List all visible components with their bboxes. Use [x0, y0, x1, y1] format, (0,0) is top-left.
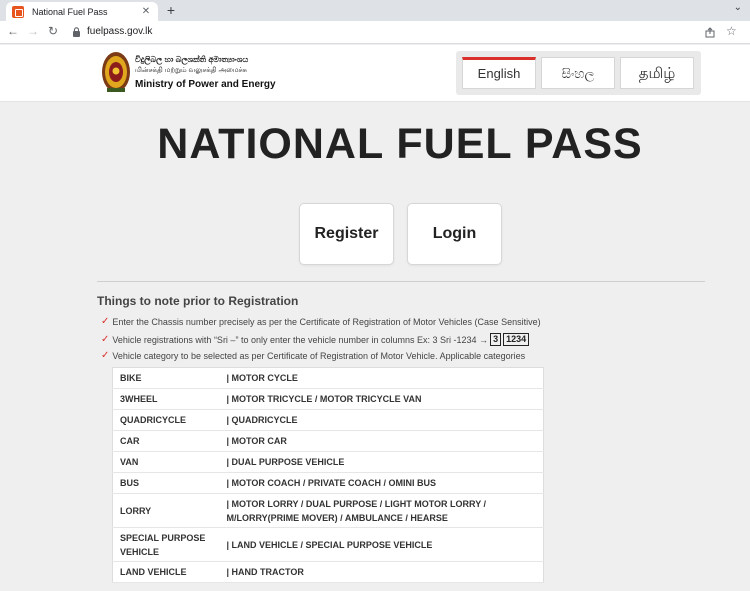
table-row: VAN | DUAL PURPOSE VEHICLE: [112, 451, 544, 473]
category-name: LORRY: [112, 493, 223, 528]
new-tab-button[interactable]: +: [164, 2, 178, 18]
ministry-name-block: විදුලිබල හා බලශක්ති අමාත්‍යාංශය மின்சக்த…: [135, 54, 276, 91]
forward-icon[interactable]: →: [26, 24, 40, 38]
check-icon: ✓: [101, 350, 110, 361]
lock-icon[interactable]: [72, 27, 81, 37]
share-icon[interactable]: [705, 27, 716, 38]
table-row: LAND VEHICLE | HAND TRACTOR: [112, 561, 544, 583]
reload-icon[interactable]: ↻: [46, 24, 60, 38]
note-item: ✓ Vehicle registrations with “Sri –” to …: [101, 333, 530, 346]
tab-title: National Fuel Pass: [32, 6, 108, 17]
check-icon: ✓: [101, 334, 110, 345]
check-icon: ✓: [101, 316, 110, 327]
table-row: 3WHEEL | MOTOR TRICYCLE / MOTOR TRICYCLE…: [112, 388, 544, 410]
divider: [97, 281, 705, 282]
category-name: BUS: [112, 472, 223, 494]
table-row: SPECIAL PURPOSE VEHICLE | LAND VEHICLE /…: [112, 527, 544, 562]
category-types: | QUADRICYCLE: [222, 409, 544, 431]
register-button[interactable]: Register: [299, 203, 394, 265]
plate-example-number: 3: [490, 333, 502, 346]
plate-example-number: 1234: [503, 333, 530, 346]
back-icon[interactable]: ←: [6, 24, 20, 38]
browser-toolbar: ← → ↻ fuelpass.gov.lk ☆: [0, 21, 750, 44]
category-types: | DUAL PURPOSE VEHICLE: [222, 451, 544, 473]
language-sinhala-button[interactable]: සිංහල: [541, 57, 615, 89]
table-row: BUS | MOTOR COACH / PRIVATE COACH / OMIN…: [112, 472, 544, 494]
table-row: CAR | MOTOR CAR: [112, 430, 544, 452]
sri-lanka-emblem-icon: [102, 52, 130, 92]
category-name: QUADRICYCLE: [112, 409, 223, 431]
star-icon[interactable]: ☆: [726, 24, 737, 38]
site-favicon-icon: [12, 5, 24, 18]
category-types: | MOTOR TRICYCLE / MOTOR TRICYCLE VAN: [222, 388, 544, 410]
note-item: ✓ Enter the Chassis number precisely as …: [101, 316, 541, 327]
table-row: LORRY | MOTOR LORRY / DUAL PURPOSE / LIG…: [112, 493, 544, 528]
category-types: | MOTOR COACH / PRIVATE COACH / OMINI BU…: [222, 472, 544, 494]
category-name: 3WHEEL: [112, 388, 223, 410]
note-text: Vehicle category to be selected as per C…: [112, 350, 526, 361]
table-row: QUADRICYCLE | QUADRICYCLE: [112, 409, 544, 431]
language-english-button[interactable]: English: [462, 57, 536, 89]
notes-heading: Things to note prior to Registration: [97, 294, 299, 308]
table-row: BIKE | MOTOR CYCLE: [112, 367, 544, 389]
category-name: LAND VEHICLE: [112, 561, 223, 583]
note-text: Vehicle registrations with “Sri –” to on…: [112, 334, 489, 345]
tab-search-icon[interactable]: ⌄: [734, 2, 742, 13]
category-types: | MOTOR CYCLE: [222, 367, 544, 389]
login-button[interactable]: Login: [407, 203, 502, 265]
browser-tab-bar: National Fuel Pass ✕ + ⌄: [0, 0, 750, 21]
page-title: NATIONAL FUEL PASS: [157, 120, 643, 168]
ministry-name-tamil: மின்சக்தி மற்றும் வலுசக்தி அமைச்சு: [135, 67, 247, 74]
category-types: | LAND VEHICLE / SPECIAL PURPOSE VEHICLE: [222, 527, 544, 562]
category-types: | MOTOR CAR: [222, 430, 544, 452]
browser-tab[interactable]: National Fuel Pass ✕: [6, 2, 158, 21]
category-types: | MOTOR LORRY / DUAL PURPOSE / LIGHT MOT…: [222, 493, 544, 528]
language-tamil-button[interactable]: தமிழ்: [620, 57, 694, 89]
tab-close-icon[interactable]: ✕: [140, 6, 152, 17]
ministry-name-sinhala: විදුලිබල හා බලශක්ති අමාත්‍යාංශය: [135, 55, 249, 64]
category-name: CAR: [112, 430, 223, 452]
category-name: SPECIAL PURPOSE VEHICLE: [112, 527, 223, 562]
note-item: ✓ Vehicle category to be selected as per…: [101, 350, 525, 361]
category-name: BIKE: [112, 367, 223, 389]
address-bar[interactable]: fuelpass.gov.lk: [87, 26, 152, 37]
category-types: | HAND TRACTOR: [222, 561, 544, 583]
language-switcher: English සිංහල தமிழ்: [456, 51, 701, 95]
vehicle-category-table: BIKE | MOTOR CYCLE 3WHEEL | MOTOR TRICYC…: [112, 367, 544, 583]
category-name: VAN: [112, 451, 223, 473]
ministry-name-english: Ministry of Power and Energy: [135, 79, 276, 90]
note-text: Enter the Chassis number precisely as pe…: [112, 316, 541, 327]
